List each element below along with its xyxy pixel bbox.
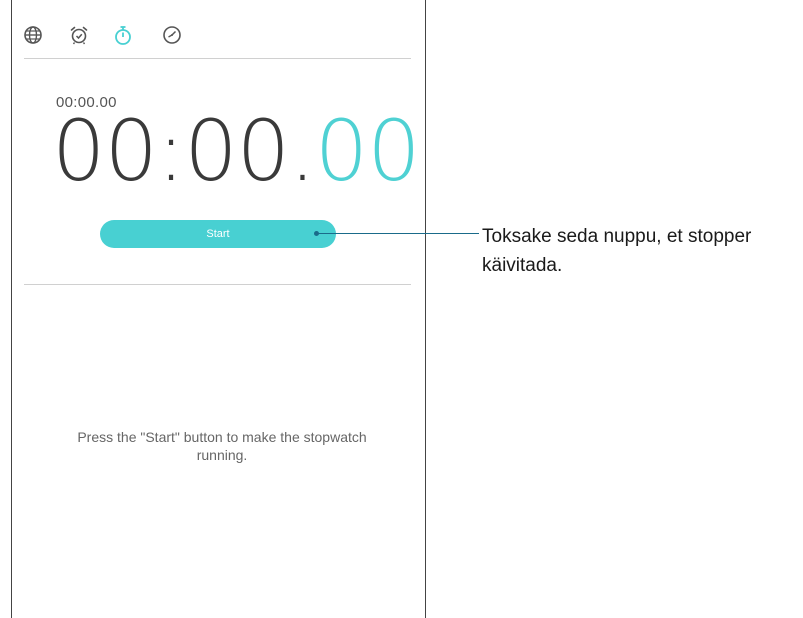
stopwatch-icon bbox=[115, 26, 131, 45]
alarm-clock-icon bbox=[70, 26, 88, 45]
empty-state-hint: Press the "Start" button to make the sto… bbox=[77, 429, 367, 463]
main-time-seconds: 00:00. bbox=[52, 102, 316, 200]
middle-divider bbox=[24, 284, 411, 285]
globe-icon bbox=[24, 26, 42, 44]
tab-world-clock[interactable] bbox=[18, 20, 48, 50]
callout-leader-line bbox=[316, 233, 479, 234]
tab-bar bbox=[12, 20, 425, 58]
stopwatch-screen: 00:00.00 00:00.00 Start Press the "Start… bbox=[11, 0, 426, 618]
callout-text: Toksake seda nuppu, et stopper käivitada… bbox=[482, 226, 752, 276]
main-time-display: 00:00.00 bbox=[52, 106, 421, 196]
timer-icon bbox=[163, 26, 181, 44]
tab-alarm[interactable] bbox=[64, 20, 94, 50]
tab-stopwatch[interactable] bbox=[108, 20, 138, 50]
tab-timer[interactable] bbox=[157, 20, 187, 50]
top-divider bbox=[24, 58, 411, 59]
main-time-fraction: 00 bbox=[314, 102, 421, 200]
start-button[interactable]: Start bbox=[100, 220, 336, 248]
